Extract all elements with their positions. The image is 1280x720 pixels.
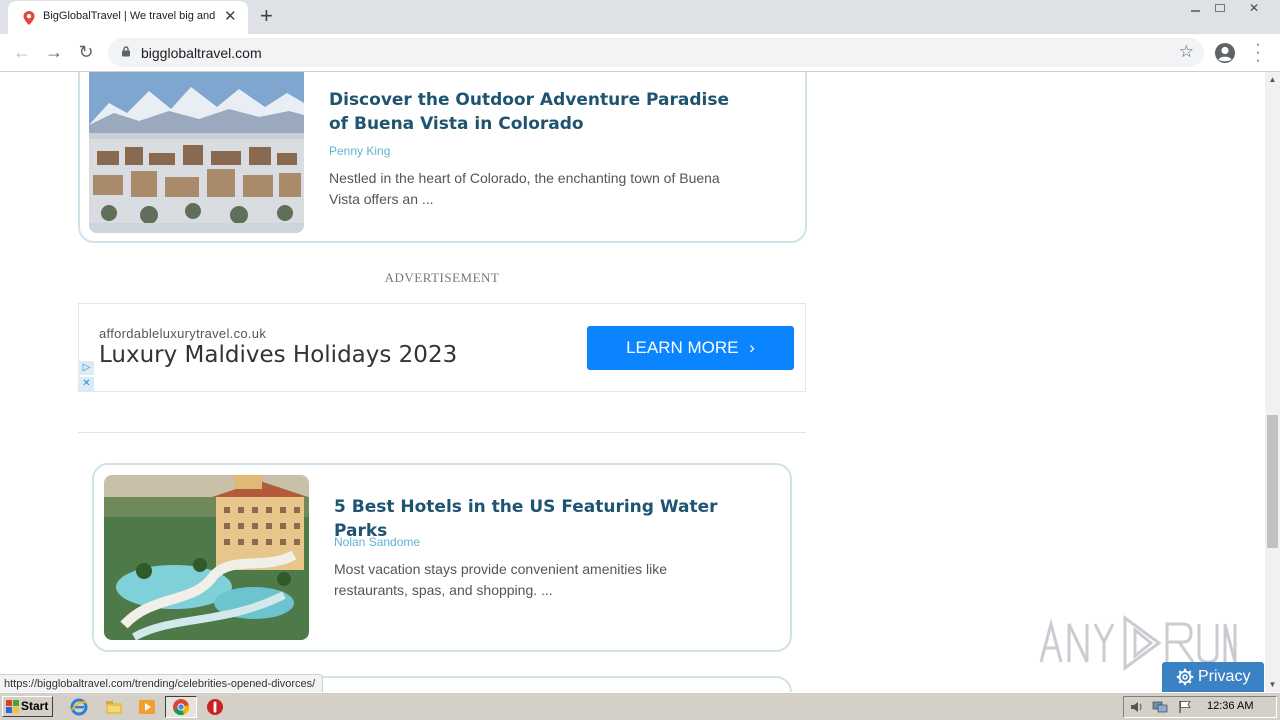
browser-toolbar: ← → ↻ bigglobaltravel.com ☆ · · ·	[0, 34, 1280, 72]
close-tab-icon[interactable]: ✕	[224, 8, 237, 26]
article-excerpt: Most vacation stays provide convenient a…	[334, 561, 668, 598]
article-author[interactable]: Nolan Sandome	[334, 535, 420, 549]
volume-icon[interactable]	[1129, 700, 1145, 714]
new-tab-button[interactable]: +	[260, 4, 273, 28]
windows-taskbar: Start 12:36 AM	[0, 692, 1280, 720]
status-bar-url: https://bigglobaltravel.com/trending/cel…	[0, 674, 324, 692]
ad-banner[interactable]: affordableluxurytravel.co.uk Luxury Mald…	[78, 303, 806, 392]
action-center-flag-icon[interactable]	[1177, 700, 1193, 714]
page-viewport: Discover the Outdoor Adventure Paradise …	[0, 72, 1265, 692]
back-arrow-icon[interactable]: ←	[9, 40, 35, 66]
url-text: bigglobaltravel.com	[141, 45, 262, 61]
bookmark-star-icon[interactable]: ☆	[1179, 42, 1194, 62]
article-title[interactable]: Discover the Outdoor Adventure Paradise …	[329, 88, 749, 136]
article-card[interactable]: 5 Best Hotels in the US Featuring Water …	[92, 463, 792, 652]
profile-avatar-icon[interactable]	[1214, 42, 1236, 64]
page-scrollbar[interactable]: ▲ ▼	[1265, 72, 1280, 692]
privacy-button[interactable]: Privacy	[1162, 662, 1264, 692]
article-thumbnail[interactable]	[89, 72, 304, 233]
system-tray: 12:36 AM	[1123, 696, 1277, 718]
browser-tab[interactable]: BigGlobalTravel | We travel big and comp…	[8, 1, 248, 34]
start-button[interactable]: Start	[2, 696, 53, 717]
lock-icon	[122, 46, 130, 57]
advertisement-label: ADVERTISEMENT	[384, 270, 500, 285]
scrollbar-thumb[interactable]	[1267, 415, 1278, 548]
learn-more-label: LEARN MORE	[626, 338, 739, 357]
restore-window-icon[interactable]	[1208, 0, 1232, 18]
article-card[interactable]: Discover the Outdoor Adventure Paradise …	[78, 72, 807, 243]
file-explorer-icon[interactable]	[104, 697, 124, 717]
close-window-icon[interactable]: ✕	[1240, 0, 1268, 18]
chrome-icon	[173, 699, 190, 716]
article-excerpt: Nestled in the heart of Colorado, the en…	[329, 170, 720, 207]
chrome-taskbar-button[interactable]	[165, 696, 197, 718]
location-pin-icon	[23, 11, 35, 25]
start-label: Start	[21, 699, 49, 713]
media-player-icon[interactable]	[137, 697, 157, 717]
forward-arrow-icon[interactable]: →	[41, 40, 67, 66]
article-thumbnail[interactable]	[104, 475, 309, 640]
windows-logo-icon	[6, 700, 19, 713]
reload-icon[interactable]: ↻	[73, 40, 99, 66]
taskbar-clock: 12:36 AM	[1207, 700, 1254, 712]
learn-more-button[interactable]: LEARN MORE ›	[587, 326, 794, 370]
network-icon[interactable]	[1152, 700, 1168, 714]
article-author[interactable]: Penny King	[329, 144, 390, 158]
tab-title: BigGlobalTravel | We travel big and comp…	[43, 10, 218, 22]
address-bar[interactable]: bigglobaltravel.com ☆	[108, 38, 1204, 67]
privacy-label: Privacy	[1198, 668, 1251, 685]
chevron-right-icon: ›	[749, 338, 755, 357]
section-divider	[78, 432, 806, 433]
minimize-window-icon[interactable]	[1183, 0, 1207, 18]
ad-headline[interactable]: Luxury Maldives Holidays 2023	[99, 342, 457, 368]
menu-kebab-icon[interactable]: · · ·	[1252, 37, 1264, 69]
adchoices-icon[interactable]: ▷	[79, 361, 94, 375]
ad-close-icon[interactable]: ✕	[79, 377, 94, 391]
mountain-town-image	[89, 72, 304, 233]
water-park-hotel-image	[104, 475, 309, 640]
tab-strip: BigGlobalTravel | We travel big and comp…	[0, 0, 1280, 34]
scroll-down-arrow-icon[interactable]: ▼	[1265, 677, 1280, 692]
ad-domain: affordableluxurytravel.co.uk	[99, 326, 267, 341]
scroll-up-arrow-icon[interactable]: ▲	[1265, 72, 1280, 87]
gear-icon	[1176, 668, 1194, 686]
opera-red-icon[interactable]	[205, 697, 225, 717]
internet-explorer-icon[interactable]	[69, 697, 89, 717]
